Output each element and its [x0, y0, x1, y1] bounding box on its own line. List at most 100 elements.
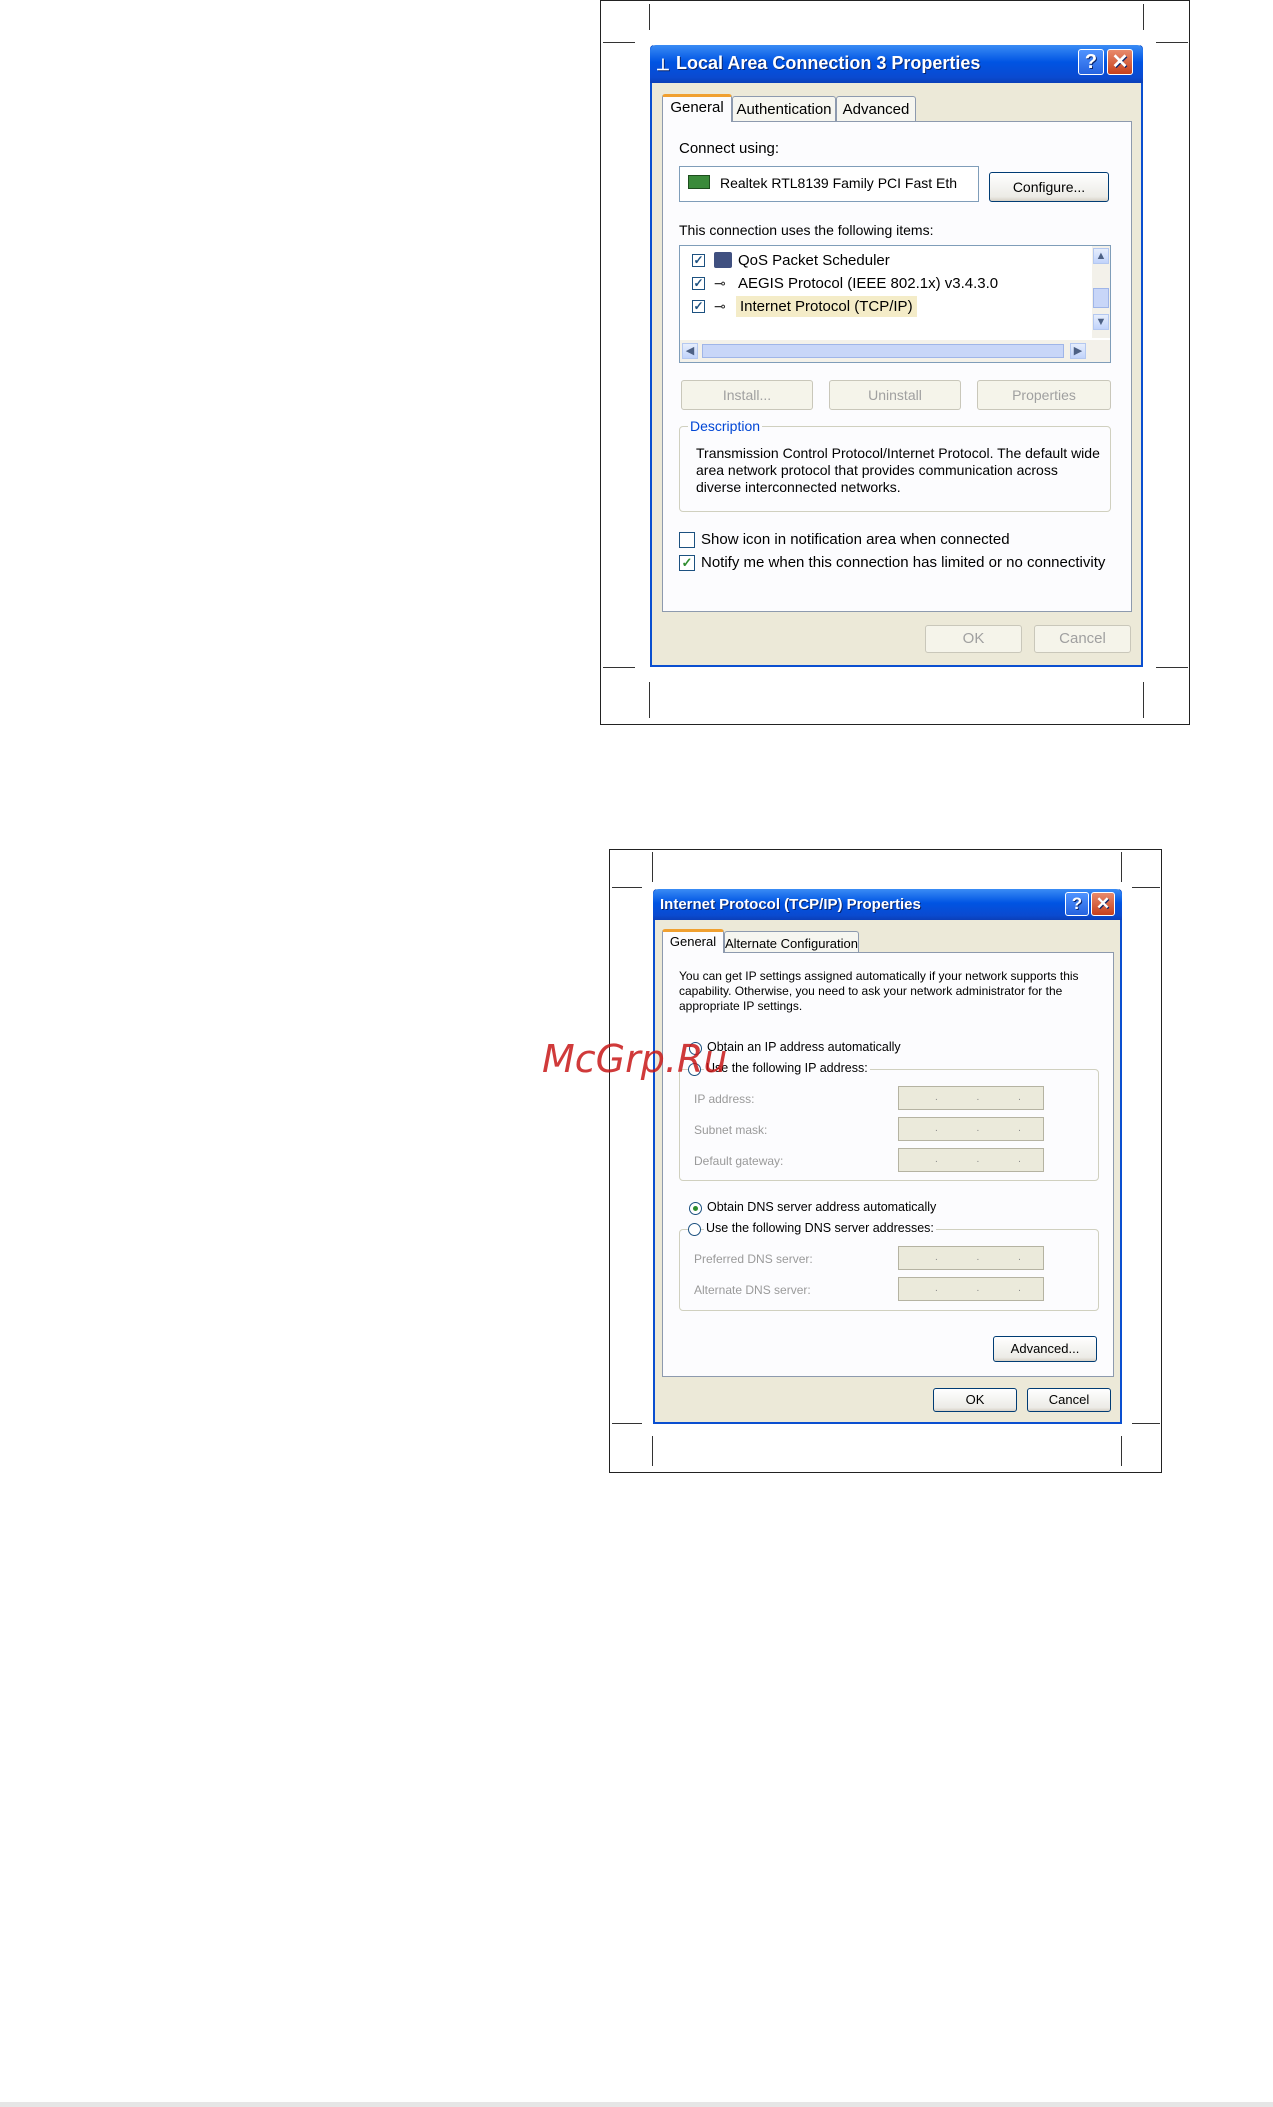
scroll-thumb[interactable]: [702, 344, 1064, 358]
description-group: Description Transmission Control Protoco…: [679, 418, 1111, 512]
tab-authentication[interactable]: Authentication: [732, 96, 836, 121]
tab-alternate-configuration[interactable]: Alternate Configuration: [724, 931, 859, 953]
dialog-title: Internet Protocol (TCP/IP) Properties: [660, 896, 921, 913]
aegis-checkbox[interactable]: ✓: [692, 277, 705, 290]
title-bar[interactable]: ⊥ Local Area Connection 3 Properties ? ✕: [650, 45, 1143, 83]
ip-octet-separators: . . .: [935, 1154, 1039, 1165]
default-gateway-field[interactable]: . . .: [898, 1148, 1044, 1172]
list-item[interactable]: ✓ QoS Packet Scheduler: [688, 250, 1078, 272]
configure-button[interactable]: Configure...: [989, 172, 1109, 202]
network-adapter-icon: [688, 175, 710, 189]
show-icon-checkbox[interactable]: [679, 532, 695, 548]
use-following-dns-radio[interactable]: [688, 1223, 701, 1236]
notify-label[interactable]: Notify me when this connection has limit…: [701, 554, 1105, 571]
crop-mark: [1143, 4, 1144, 30]
adapter-field[interactable]: Realtek RTL8139 Family PCI Fast Eth: [679, 166, 979, 202]
general-tab-panel: Connect using: Realtek RTL8139 Family PC…: [662, 121, 1132, 612]
network-connection-icon: ⊥: [656, 57, 670, 74]
default-gateway-label: Default gateway:: [694, 1154, 784, 1168]
install-button[interactable]: Install...: [681, 380, 813, 410]
adapter-name: Realtek RTL8139 Family PCI Fast Eth: [720, 175, 958, 191]
uninstall-button[interactable]: Uninstall: [829, 380, 961, 410]
ip-address-field[interactable]: . . .: [898, 1086, 1044, 1110]
ip-octet-separators: . . .: [935, 1283, 1039, 1294]
ip-octet-separators: . . .: [935, 1092, 1039, 1103]
notify-checkbox[interactable]: ✓: [679, 555, 695, 571]
subnet-mask-field[interactable]: . . .: [898, 1117, 1044, 1141]
alternate-dns-label: Alternate DNS server:: [694, 1283, 811, 1297]
crop-mark: [1156, 667, 1188, 668]
tcpip-checkbox[interactable]: ✓: [692, 300, 705, 313]
components-list[interactable]: ✓ QoS Packet Scheduler ✓ ⊸ AEGIS Protoco…: [679, 245, 1111, 363]
preferred-dns-label: Preferred DNS server:: [694, 1252, 813, 1266]
tab-general[interactable]: General: [662, 94, 732, 122]
qos-checkbox[interactable]: ✓: [692, 254, 705, 267]
tab-general[interactable]: General: [662, 929, 724, 953]
preferred-dns-field[interactable]: . . .: [898, 1246, 1044, 1270]
watermark: McGrp.Ru: [542, 1037, 728, 1081]
obtain-dns-auto-radio[interactable]: [689, 1202, 702, 1215]
description-text: Transmission Control Protocol/Internet P…: [696, 445, 1100, 495]
crop-mark: [612, 887, 642, 888]
crop-mark: [1143, 682, 1144, 718]
use-following-ip-label[interactable]: Use the following IP address:: [704, 1061, 870, 1075]
horizontal-scrollbar[interactable]: ◀ ▶: [680, 340, 1110, 362]
crop-mark: [1132, 1423, 1160, 1424]
static-ip-group: Use the following IP address: IP address…: [679, 1061, 1099, 1181]
crop-mark: [652, 852, 653, 882]
page-footer-bar: [0, 2102, 1273, 2107]
ok-button[interactable]: OK: [933, 1388, 1017, 1412]
lan-properties-dialog: ⊥ Local Area Connection 3 Properties ? ✕…: [650, 45, 1143, 667]
title-bar[interactable]: Internet Protocol (TCP/IP) Properties ? …: [653, 889, 1122, 920]
scroll-down-button[interactable]: ▼: [1093, 314, 1109, 330]
crop-mark: [1156, 42, 1188, 43]
scroll-right-button[interactable]: ▶: [1070, 343, 1086, 359]
ip-address-label: IP address:: [694, 1092, 755, 1106]
list-item-label: QoS Packet Scheduler: [738, 252, 890, 269]
close-button[interactable]: ✕: [1091, 892, 1115, 916]
list-item-label: Internet Protocol (TCP/IP): [736, 296, 917, 317]
cancel-button[interactable]: Cancel: [1027, 1388, 1111, 1412]
radio-selected-dot: [693, 1206, 698, 1211]
list-item[interactable]: ✓ ⊸ AEGIS Protocol (IEEE 802.1x) v3.4.3.…: [688, 273, 1078, 295]
obtain-dns-auto-label[interactable]: Obtain DNS server address automatically: [707, 1200, 936, 1214]
crop-mark: [603, 667, 635, 668]
ip-octet-separators: . . .: [935, 1252, 1039, 1263]
general-tab-panel: You can get IP settings assigned automat…: [662, 952, 1114, 1377]
scroll-up-button[interactable]: ▲: [1093, 248, 1109, 264]
scroll-thumb[interactable]: [1093, 288, 1109, 308]
alternate-dns-field[interactable]: . . .: [898, 1277, 1044, 1301]
vertical-scrollbar[interactable]: ▲ ▼: [1092, 246, 1110, 338]
intro-text: You can get IP settings assigned automat…: [679, 969, 1079, 1013]
description-legend: Description: [688, 418, 763, 434]
properties-button[interactable]: Properties: [977, 380, 1111, 410]
subnet-mask-label: Subnet mask:: [694, 1123, 768, 1137]
qos-icon: [714, 252, 732, 268]
crop-mark: [1132, 887, 1160, 888]
tab-advanced[interactable]: Advanced: [836, 96, 916, 121]
network-protocol-icon: ⊸: [714, 275, 726, 291]
list-item-label: AEGIS Protocol (IEEE 802.1x) v3.4.3.0: [738, 275, 999, 292]
connect-using-label: Connect using:: [679, 140, 780, 157]
cancel-button[interactable]: Cancel: [1034, 625, 1131, 653]
advanced-button[interactable]: Advanced...: [993, 1336, 1097, 1362]
crop-mark: [1121, 852, 1122, 882]
static-dns-group: Use the following DNS server addresses: …: [679, 1221, 1099, 1311]
network-protocol-icon: ⊸: [714, 298, 726, 314]
close-button[interactable]: ✕: [1107, 49, 1133, 75]
obtain-ip-auto-label[interactable]: Obtain an IP address automatically: [707, 1040, 901, 1054]
crop-mark: [603, 42, 635, 43]
use-following-dns-label[interactable]: Use the following DNS server addresses:: [704, 1221, 936, 1235]
help-button[interactable]: ?: [1078, 49, 1104, 75]
crop-mark: [649, 682, 650, 718]
crop-mark: [652, 1436, 653, 1466]
help-button[interactable]: ?: [1065, 892, 1089, 916]
crop-mark: [612, 1423, 642, 1424]
items-label: This connection uses the following items…: [679, 222, 934, 238]
ok-button[interactable]: OK: [925, 625, 1022, 653]
scroll-left-button[interactable]: ◀: [682, 343, 698, 359]
dialog-title: Local Area Connection 3 Properties: [676, 53, 981, 73]
show-icon-label[interactable]: Show icon in notification area when conn…: [701, 531, 1010, 548]
list-item[interactable]: ✓ ⊸ Internet Protocol (TCP/IP): [688, 296, 1078, 318]
tcpip-properties-dialog: Internet Protocol (TCP/IP) Properties ? …: [653, 889, 1122, 1424]
